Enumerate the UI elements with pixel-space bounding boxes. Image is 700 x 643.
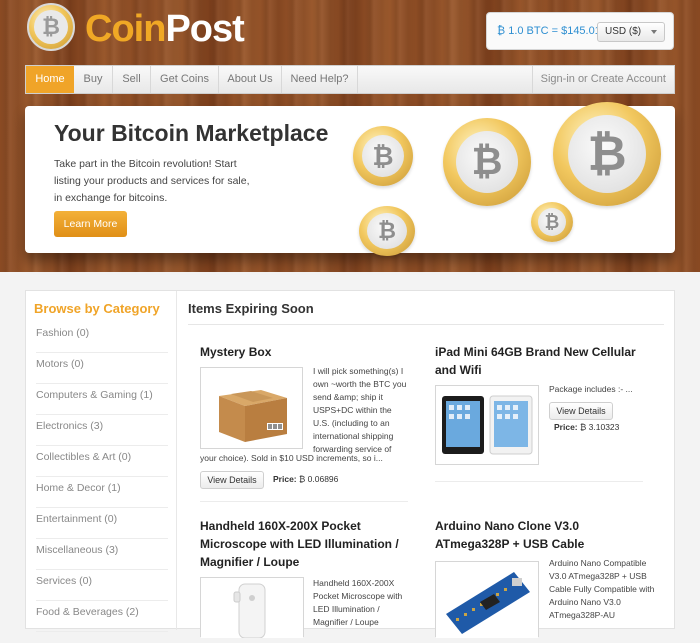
item-description: I will pick something(s) I own ~worth th…: [313, 366, 407, 454]
sign-in-link[interactable]: Sign-in or Create Account: [531, 66, 666, 93]
coin-symbol: ₿: [367, 213, 407, 249]
category-item[interactable]: Services (0): [36, 570, 168, 601]
currency-value: USD ($): [605, 26, 642, 37]
bitcoin-coin-icon: ₿: [531, 202, 573, 242]
item-price: Price: ₿ 3.10323: [554, 422, 619, 432]
item-title[interactable]: Mystery Box: [200, 343, 410, 361]
item-description: Arduino Nano Compatible V3.0 ATmega328P …: [549, 558, 655, 620]
section-title: Items Expiring Soon: [188, 301, 314, 316]
cardboard-box-icon: [201, 368, 302, 448]
price-value: ₿ 0.06896: [299, 474, 339, 484]
item-description-continued: your choice). Sold in $10 USD increments…: [200, 453, 383, 463]
category-sidebar: Browse by Category Fashion (0) Motors (0…: [26, 291, 176, 632]
item-description: Handheld 160X-200X Pocket Microscope wit…: [313, 578, 403, 627]
hero-banner: Your Bitcoin Marketplace Take part in th…: [25, 102, 675, 256]
nav-need-help[interactable]: Need Help?: [282, 66, 358, 93]
ipad-mini-icon: [436, 386, 538, 464]
exchange-rate-box: ₿ 1.0 BTC = $145.01 USD ($): [486, 12, 674, 50]
logo-coin-icon[interactable]: ₿: [27, 3, 75, 51]
price-value: ₿ 3.10323: [580, 422, 620, 432]
category-item[interactable]: Collectibles & Art (0): [36, 446, 168, 477]
microscope-icon: [201, 578, 303, 639]
category-item[interactable]: Motors (0): [36, 353, 168, 384]
item-price: Price: ₿ 0.06896: [273, 474, 338, 484]
category-item[interactable]: Food & Beverages (2): [36, 601, 168, 632]
category-item[interactable]: Computers & Gaming (1): [36, 384, 168, 415]
item-title[interactable]: Handheld 160X-200X Pocket Microscope wit…: [200, 517, 412, 571]
exchange-rate-text: ₿ 1.0 BTC = $145.01: [497, 25, 601, 37]
logo-text-part2: Post: [165, 8, 244, 50]
chevron-down-icon: [651, 30, 657, 34]
hero-text: Take part in the Bitcoin revolution! Sta…: [54, 158, 250, 204]
bitcoin-coin-icon: ₿: [553, 102, 661, 206]
logo-text-part1: Coin: [85, 8, 166, 50]
category-item[interactable]: Electronics (3): [36, 415, 168, 446]
coin-symbol: ₿: [362, 135, 404, 177]
logo-symbol: ₿: [34, 10, 68, 44]
product-image[interactable]: [200, 367, 303, 449]
hero-title: Your Bitcoin Marketplace: [54, 120, 329, 146]
coin-symbol: ₿: [456, 131, 518, 193]
item-title[interactable]: iPad Mini 64GB Brand New Cellular and Wi…: [435, 343, 645, 379]
nav-home[interactable]: Home: [26, 66, 74, 93]
site-logo[interactable]: CoinPost: [85, 7, 245, 51]
view-details-button[interactable]: View Details: [549, 402, 613, 420]
sidebar-title: Browse by Category: [34, 301, 160, 316]
item-title[interactable]: Arduino Nano Clone V3.0 ATmega328P + USB…: [435, 517, 647, 553]
coin-symbol: ₿: [568, 115, 646, 193]
category-item[interactable]: Miscellaneous (3): [36, 539, 168, 570]
product-image[interactable]: [435, 561, 539, 638]
price-label: Price:: [554, 422, 578, 432]
main-nav: Home Buy Sell Get Coins About Us Need He…: [25, 65, 675, 94]
item-description: Package includes :- ...: [549, 384, 633, 394]
nav-buy[interactable]: Buy: [74, 66, 113, 93]
divider: [188, 324, 664, 325]
product-image[interactable]: [200, 577, 304, 639]
bitcoin-coin-icon: ₿: [359, 206, 415, 256]
price-label: Price:: [273, 474, 297, 484]
category-item[interactable]: Home & Decor (1): [36, 477, 168, 508]
learn-more-button[interactable]: Learn More: [54, 211, 127, 237]
items-section: Items Expiring Soon Mystery Box I will p…: [176, 291, 675, 639]
arduino-board-icon: [436, 562, 538, 638]
view-details-button[interactable]: View Details: [200, 471, 264, 489]
divider: [435, 481, 643, 482]
nav-get-coins[interactable]: Get Coins: [151, 66, 219, 93]
category-item[interactable]: Fashion (0): [36, 322, 168, 353]
product-image[interactable]: [435, 385, 539, 465]
nav-sell[interactable]: Sell: [113, 66, 151, 93]
nav-about-us[interactable]: About Us: [219, 66, 282, 93]
bitcoin-coin-icon: ₿: [353, 126, 413, 186]
currency-select[interactable]: USD ($): [597, 22, 665, 42]
bitcoin-coin-icon: ₿: [443, 118, 531, 206]
divider: [200, 501, 408, 502]
category-item[interactable]: Entertainment (0): [36, 508, 168, 539]
coin-symbol: ₿: [538, 208, 566, 236]
content-panel: Browse by Category Fashion (0) Motors (0…: [25, 290, 675, 639]
